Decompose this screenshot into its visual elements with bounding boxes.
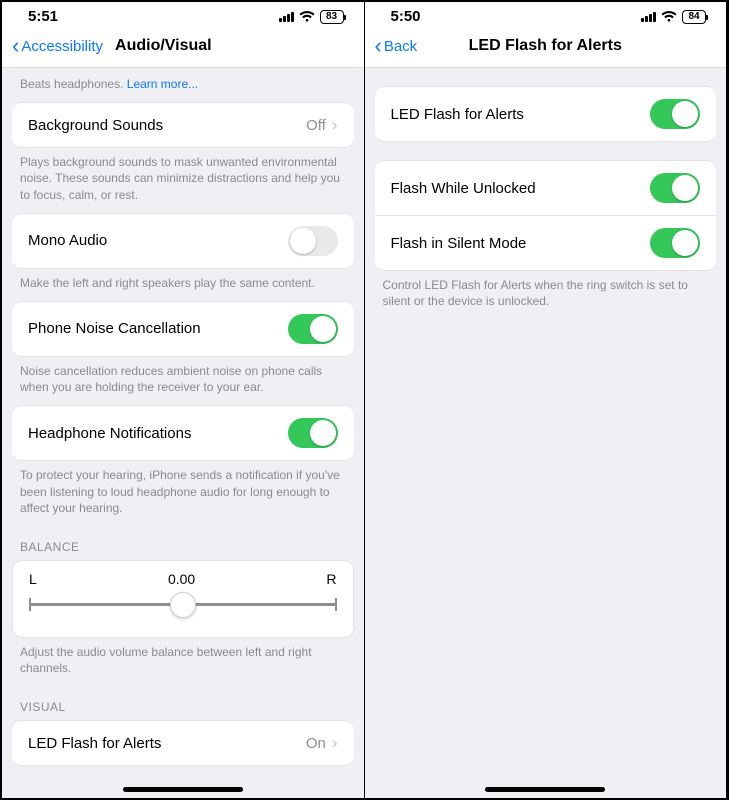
mono-audio-hint: Make the left and right speakers play th…	[2, 269, 364, 301]
slider-thumb[interactable]	[170, 592, 196, 618]
back-label: Accessibility	[21, 38, 103, 55]
wifi-icon	[661, 11, 677, 23]
background-sounds-row[interactable]: Background Sounds Off ›	[12, 102, 354, 148]
scroll-area[interactable]: Beats headphones. Learn more... Backgrou…	[2, 68, 364, 798]
chevron-right-icon: ›	[332, 115, 338, 135]
flash-unlocked-toggle[interactable]	[650, 173, 700, 203]
home-indicator[interactable]	[485, 787, 605, 792]
visual-header: VISUAL	[2, 686, 364, 720]
row-label: LED Flash for Alerts	[28, 735, 161, 752]
signal-icon	[279, 12, 294, 22]
noise-cancel-toggle[interactable]	[288, 314, 338, 344]
led-hint: Control LED Flash for Alerts when the ri…	[365, 271, 727, 319]
led-flash-toggle[interactable]	[650, 99, 700, 129]
headphone-notif-toggle[interactable]	[288, 418, 338, 448]
row-label: Flash in Silent Mode	[391, 235, 527, 252]
status-bar: 5:51 83	[2, 2, 364, 27]
right-screen: 5:50 84 ‹ Back LED Flash for Alerts LED …	[365, 2, 728, 798]
page-title: Audio/Visual	[115, 37, 212, 55]
headphone-hint: Beats headphones. Learn more...	[2, 68, 364, 102]
chevron-left-icon: ‹	[375, 35, 382, 57]
headphone-notif-row: Headphone Notifications	[12, 405, 354, 461]
scroll-area[interactable]: LED Flash for Alerts Flash While Unlocke…	[365, 68, 727, 798]
left-screen: 5:51 83 ‹ Accessibility Audio/Visual Bea…	[2, 2, 365, 798]
wifi-icon	[299, 11, 315, 23]
headphone-notif-hint: To protect your hearing, iPhone sends a …	[2, 461, 364, 526]
row-label: Headphone Notifications	[28, 425, 191, 442]
balance-right-label: R	[326, 571, 336, 587]
page-title: LED Flash for Alerts	[365, 37, 727, 55]
row-value: Off	[306, 117, 326, 134]
learn-more-link[interactable]: Learn more...	[127, 77, 198, 91]
chevron-right-icon: ›	[332, 733, 338, 753]
led-flash-row[interactable]: LED Flash for Alerts On ›	[12, 720, 354, 766]
balance-header: BALANCE	[2, 526, 364, 560]
back-button[interactable]: ‹ Accessibility	[12, 35, 103, 57]
status-time: 5:51	[28, 8, 58, 25]
status-icons: 84	[641, 10, 706, 24]
balance-slider[interactable]	[29, 591, 337, 619]
back-button[interactable]: ‹ Back	[375, 35, 418, 57]
led-flash-toggle-row: LED Flash for Alerts	[375, 86, 717, 142]
row-label: LED Flash for Alerts	[391, 106, 524, 123]
status-icons: 83	[279, 10, 344, 24]
nav-bar: ‹ Accessibility Audio/Visual	[2, 27, 364, 68]
home-indicator[interactable]	[123, 787, 243, 792]
flash-silent-row: Flash in Silent Mode	[375, 216, 717, 271]
battery-icon: 83	[320, 10, 344, 24]
signal-icon	[641, 12, 656, 22]
mono-audio-toggle[interactable]	[288, 226, 338, 256]
row-label: Background Sounds	[28, 117, 163, 134]
row-value: On	[306, 735, 326, 752]
mono-audio-row: Mono Audio	[12, 213, 354, 269]
balance-value: 0.00	[168, 571, 195, 587]
balance-slider-cell: L 0.00 R	[12, 560, 354, 638]
noise-cancel-row: Phone Noise Cancellation	[12, 301, 354, 357]
status-time: 5:50	[391, 8, 421, 25]
row-label: Mono Audio	[28, 232, 107, 249]
row-label: Phone Noise Cancellation	[28, 320, 201, 337]
balance-left-label: L	[29, 571, 37, 587]
row-label: Flash While Unlocked	[391, 180, 536, 197]
status-bar: 5:50 84	[365, 2, 727, 27]
chevron-left-icon: ‹	[12, 35, 19, 57]
battery-icon: 84	[682, 10, 706, 24]
nav-bar: ‹ Back LED Flash for Alerts	[365, 27, 727, 68]
background-sounds-hint: Plays background sounds to mask unwanted…	[2, 148, 364, 213]
back-label: Back	[384, 38, 417, 55]
flash-unlocked-row: Flash While Unlocked	[375, 160, 717, 216]
balance-hint: Adjust the audio volume balance between …	[2, 638, 364, 686]
noise-cancel-hint: Noise cancellation reduces ambient noise…	[2, 357, 364, 405]
flash-silent-toggle[interactable]	[650, 228, 700, 258]
